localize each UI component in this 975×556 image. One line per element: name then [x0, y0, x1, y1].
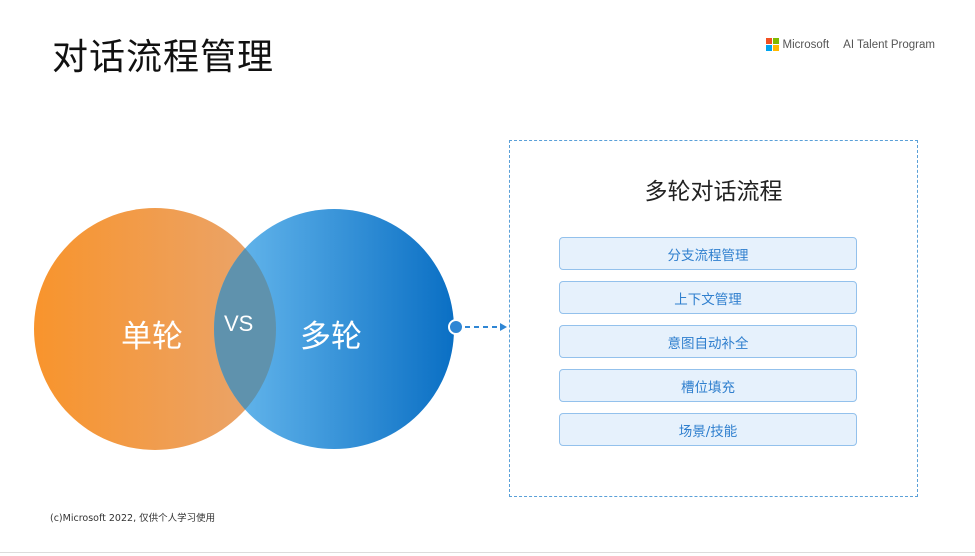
vs-label: VS [224, 311, 254, 336]
list-item-branch-flow: 分支流程管理 [559, 237, 857, 270]
list-item-scene-skill: 场景/技能 [559, 413, 857, 446]
list-item-slot-filling: 槽位填充 [559, 369, 857, 402]
arrow-head-icon [500, 323, 507, 331]
bottom-divider [0, 552, 975, 553]
single-turn-label: 单轮 [121, 319, 183, 355]
list-item-intent-completion: 意图自动补全 [559, 325, 857, 358]
connector-dot [448, 319, 464, 335]
list-item-context: 上下文管理 [559, 281, 857, 314]
multi-turn-label: 多轮 [300, 319, 362, 355]
multi-turn-panel: 多轮对话流程 分支流程管理 上下文管理 意图自动补全 槽位填充 场景/技能 [509, 140, 918, 497]
footer-copyright: (c)Microsoft 2022, 仅供个人学习使用 [50, 513, 216, 524]
panel-title: 多轮对话流程 [644, 179, 783, 205]
